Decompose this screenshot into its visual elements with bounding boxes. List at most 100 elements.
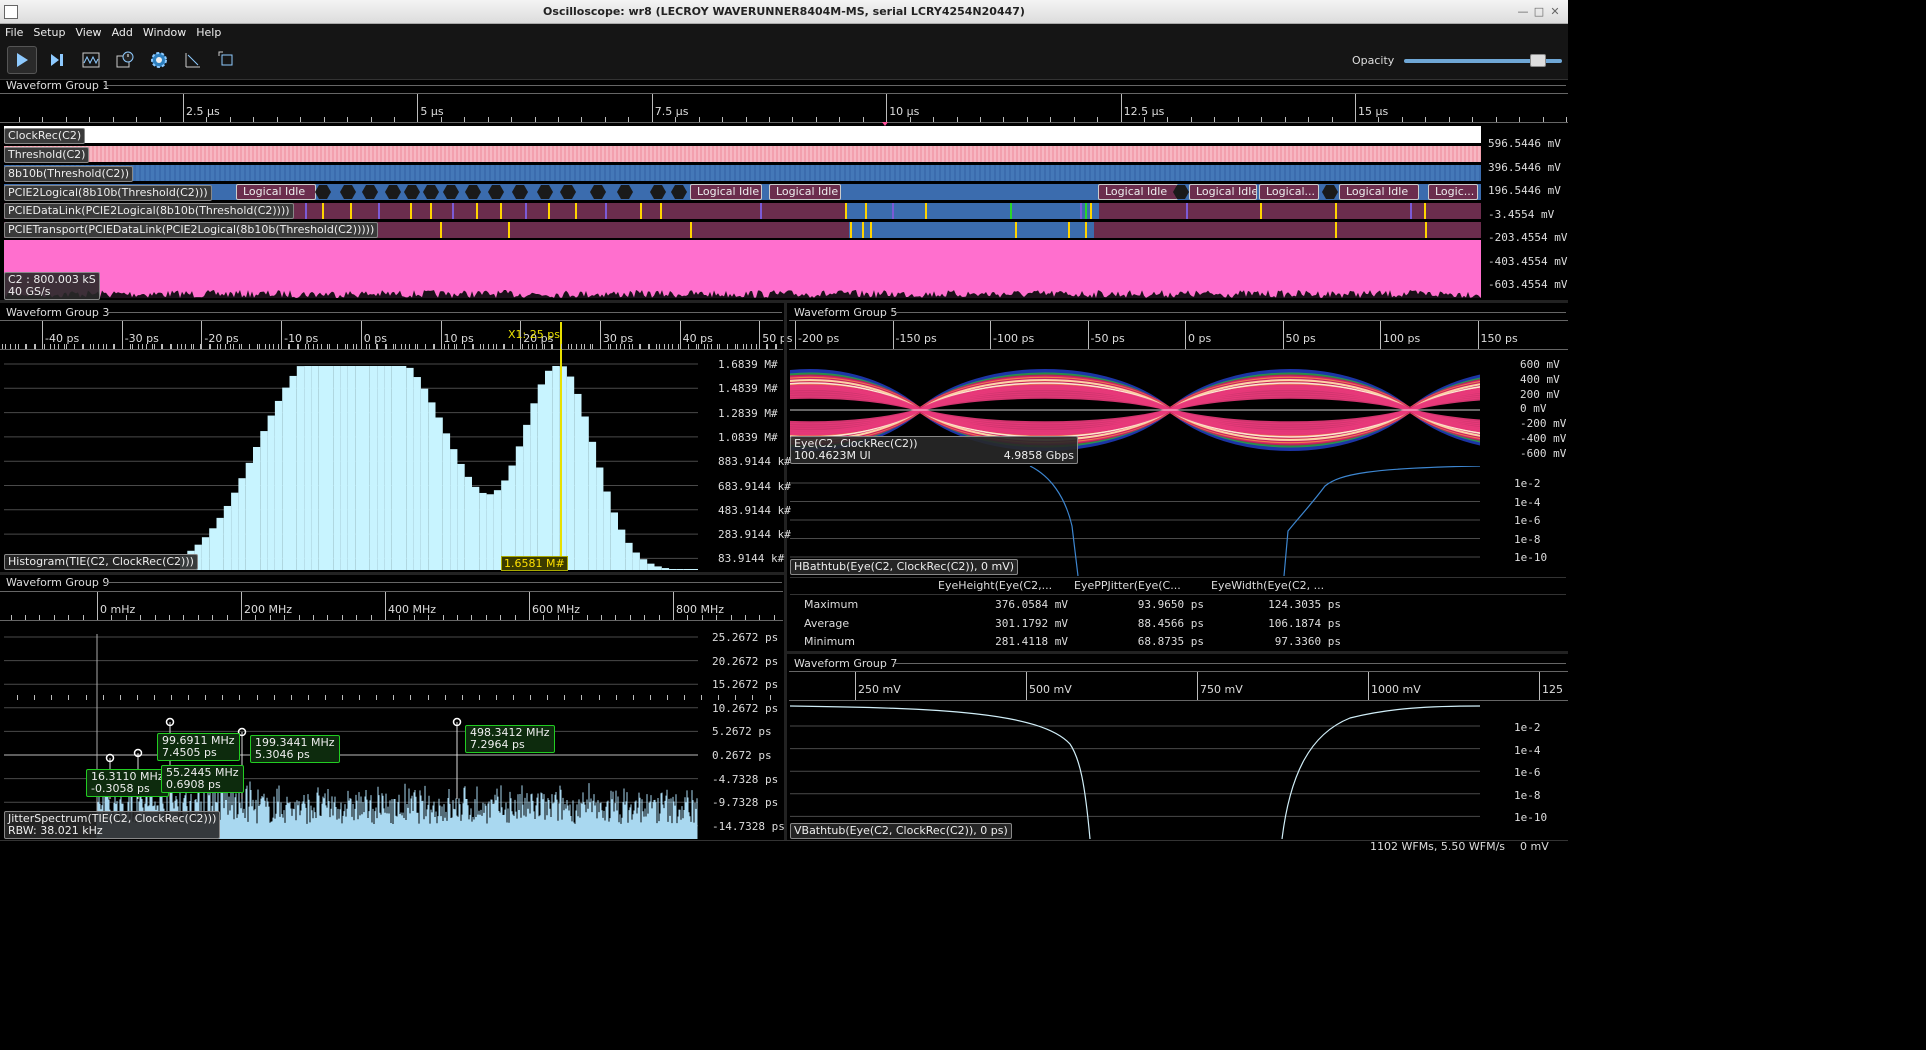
datalink-packet-marker[interactable] (305, 203, 307, 219)
logical-idle-symbol[interactable]: Logical Idle (1339, 184, 1419, 200)
datalink-packet-marker[interactable] (1090, 203, 1092, 219)
lane-label-8b10b[interactable]: 8b10b(Threshold(C2)) (4, 166, 134, 182)
transport-packet-marker[interactable] (862, 222, 864, 238)
ordered-set-symbol[interactable] (537, 185, 553, 199)
history-button[interactable] (110, 46, 140, 74)
stat-header-eyeheight[interactable]: EyeHeight(Eye(C2,... (938, 579, 1052, 592)
datalink-packet-marker[interactable] (1010, 203, 1012, 219)
menu-view[interactable]: View (70, 24, 106, 42)
datalink-packet-marker[interactable] (1424, 203, 1426, 219)
logical-idle-symbol[interactable]: Logical Idle (690, 184, 762, 200)
group9-frequency-ruler[interactable]: 0 mHz 200 MHz 400 MHz 600 MHz 800 MHz (0, 591, 783, 621)
close-icon[interactable]: ✕ (1548, 5, 1562, 19)
transport-packet-marker[interactable] (1425, 222, 1427, 238)
peak-marker-2[interactable]: 99.6911 MHz 7.4505 ps (157, 733, 240, 761)
ordered-set-symbol[interactable] (1322, 185, 1338, 199)
group3-time-ruler[interactable]: -40 ps -30 ps -20 ps -10 ps 0 ps 10 ps 20 ps 30… (0, 320, 793, 350)
group1-time-ruler[interactable]: 2.5 µs 5 µs 7.5 µs 10 µs 12.5 µs 15 µs (0, 93, 1568, 123)
datalink-packet-marker[interactable] (660, 203, 662, 219)
vbathtub-trace-label[interactable]: VBathtub(Eye(C2, ClockRec(C2)), 0 ps) (790, 823, 1012, 839)
datalink-packet-marker[interactable] (760, 203, 762, 219)
ordered-set-symbol[interactable] (617, 185, 633, 199)
lane-label-clockrec[interactable]: ClockRec(C2) (4, 128, 86, 144)
datalink-packet-marker[interactable] (892, 203, 894, 219)
histogram-trace-label[interactable]: Histogram(TIE(C2, ClockRec(C2))) (4, 554, 198, 570)
lane-label-pcie2logical[interactable]: PCIE2Logical(8b10b(Threshold(C2))) (4, 185, 212, 201)
ordered-set-symbol[interactable] (423, 185, 439, 199)
datalink-packet-marker[interactable] (548, 203, 550, 219)
peak-marker-1[interactable]: 16.3110 MHz -0.3058 ps (86, 769, 169, 797)
datalink-packet-marker[interactable] (640, 203, 642, 219)
ordered-set-symbol[interactable] (362, 185, 378, 199)
datalink-packet-marker[interactable] (350, 203, 352, 219)
menu-setup[interactable]: Setup (28, 24, 70, 42)
datalink-packet-marker[interactable] (845, 203, 847, 219)
ordered-set-symbol[interactable] (671, 185, 687, 199)
transport-packet-marker[interactable] (690, 222, 692, 238)
ordered-set-symbol[interactable] (465, 185, 481, 199)
jitter-spectrum-trace-label[interactable]: JitterSpectrum(TIE(C2, ClockRec(C2))) RBW… (4, 811, 221, 839)
datalink-packet-marker[interactable] (452, 203, 454, 219)
eye-trace-label[interactable]: Eye(C2, ClockRec(C2)) 100.4623M UI 4.9858 … (790, 436, 1078, 464)
stat-header-eyewidth[interactable]: EyeWidth(Eye(C2, ... (1211, 579, 1324, 592)
menu-file[interactable]: File (0, 24, 28, 42)
datalink-packet-marker[interactable] (525, 203, 527, 219)
play-button[interactable] (7, 46, 37, 74)
stat-header-eyeppjitter[interactable]: EyePPJitter(Eye(C... (1074, 579, 1181, 592)
menu-help[interactable]: Help (191, 24, 226, 42)
logical-idle-symbol[interactable]: Logical... (1259, 184, 1319, 200)
logical-idle-symbol[interactable]: Logical Idle (236, 184, 316, 200)
datalink-packet-marker[interactable] (1410, 203, 1412, 219)
ordered-set-symbol[interactable] (590, 185, 606, 199)
datalink-packet-marker[interactable] (605, 203, 607, 219)
opacity-slider[interactable] (1404, 54, 1562, 67)
lane-label-threshold[interactable]: Threshold(C2) (4, 147, 90, 163)
waveform-button[interactable] (76, 46, 106, 74)
fullscreen-button[interactable] (212, 46, 242, 74)
datalink-packet-marker[interactable] (1260, 203, 1262, 219)
cursor-x1-line[interactable] (560, 322, 562, 570)
measure-button[interactable] (178, 46, 208, 74)
settings-button[interactable] (144, 46, 174, 74)
datalink-packet-marker[interactable] (1085, 203, 1087, 219)
datalink-packet-marker[interactable] (476, 203, 478, 219)
ordered-set-symbol[interactable] (404, 185, 420, 199)
datalink-packet-marker[interactable] (410, 203, 412, 219)
datalink-packet-marker[interactable] (378, 203, 380, 219)
menu-add[interactable]: Add (107, 24, 138, 42)
maximize-icon[interactable]: □ (1532, 5, 1546, 19)
channel-info-label[interactable]: C2 : 800.003 kS 40 GS/s (4, 272, 100, 300)
menu-window[interactable]: Window (138, 24, 191, 42)
datalink-packet-marker[interactable] (1080, 203, 1082, 219)
transport-packet-marker[interactable] (1335, 222, 1337, 238)
transport-packet-marker[interactable] (1015, 222, 1017, 238)
logical-idle-symbol[interactable]: Logical Idle (1098, 184, 1178, 200)
ordered-set-symbol[interactable] (443, 185, 459, 199)
datalink-packet-marker[interactable] (1186, 203, 1188, 219)
datalink-packet-marker[interactable] (1335, 203, 1337, 219)
peak-marker-5[interactable]: 498.3412 MHz 7.2964 ps (465, 725, 555, 753)
transport-packet-marker[interactable] (1085, 222, 1087, 238)
peak-marker-4[interactable]: 199.3441 MHz 5.3046 ps (250, 735, 340, 763)
ordered-set-symbol[interactable] (488, 185, 504, 199)
datalink-packet-marker[interactable] (925, 203, 927, 219)
hbathtub-trace-label[interactable]: HBathtub(Eye(C2, ClockRec(C2)), 0 mV) (790, 559, 1019, 575)
datalink-packet-marker[interactable] (575, 203, 577, 219)
ordered-set-symbol[interactable] (315, 185, 331, 199)
peak-marker-3[interactable]: 55.2445 MHz 0.6908 ps (161, 765, 244, 793)
ordered-set-symbol[interactable] (560, 185, 576, 199)
datalink-packet-marker[interactable] (430, 203, 432, 219)
logical-idle-symbol[interactable]: Logical Idle (1189, 184, 1257, 200)
logical-idle-symbol[interactable]: Logical Idle (769, 184, 841, 200)
datalink-packet-marker[interactable] (322, 203, 324, 219)
group5-time-ruler[interactable]: -200 ps -150 ps -100 ps -50 ps 0 ps 50 ps 100 … (5, 320, 1568, 350)
ordered-set-symbol[interactable] (385, 185, 401, 199)
lane-label-pcietransport[interactable]: PCIETransport(PCIEDataLink(PCIE2Logical(… (4, 222, 379, 238)
transport-packet-marker[interactable] (870, 222, 872, 238)
datalink-packet-marker[interactable] (865, 203, 867, 219)
logical-idle-symbol[interactable]: Logic... (1428, 184, 1478, 200)
ordered-set-symbol[interactable] (512, 185, 528, 199)
transport-packet-marker[interactable] (440, 222, 442, 238)
datalink-packet-marker[interactable] (500, 203, 502, 219)
ordered-set-symbol[interactable] (650, 185, 666, 199)
